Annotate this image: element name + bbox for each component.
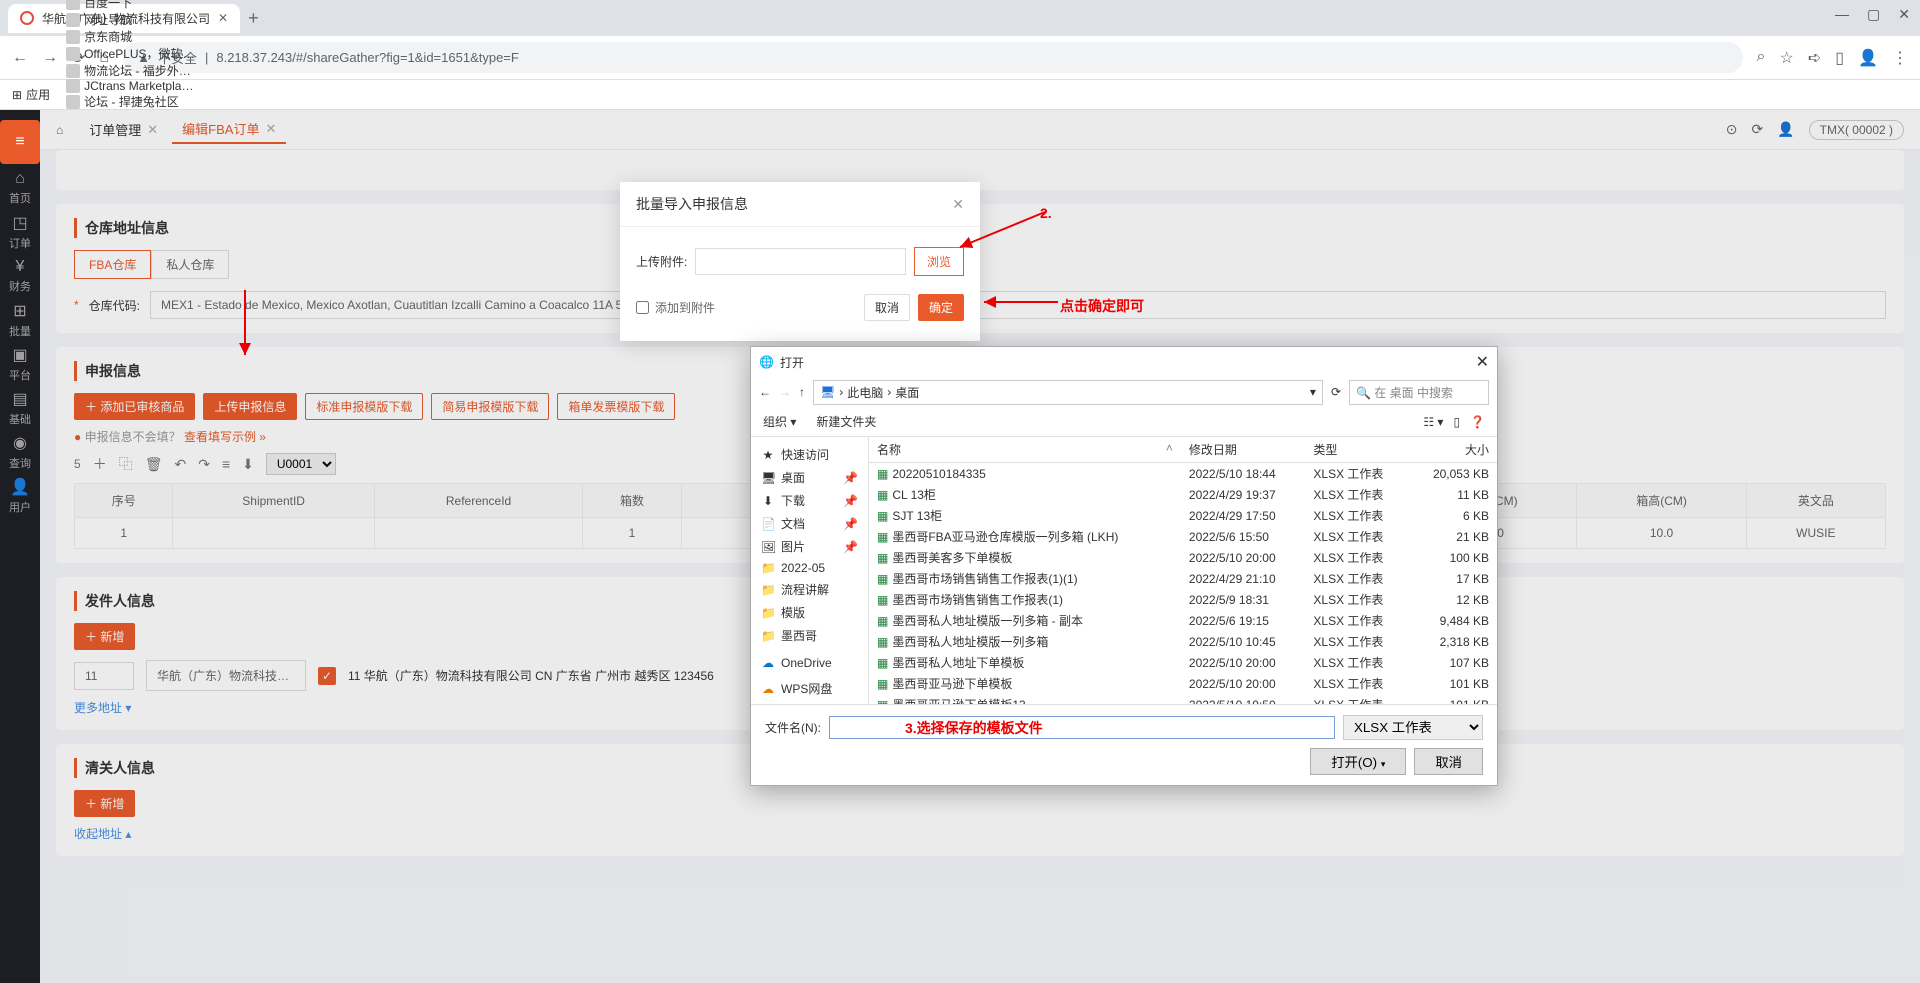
star-icon[interactable]: ☆ — [1780, 48, 1794, 68]
address-bar[interactable]: ▲ 不安全 | 8.218.37.243/#/shareGather?fig=1… — [123, 42, 1742, 73]
side-folder-4[interactable]: 📁墨西哥 — [755, 624, 864, 647]
bookmark-item[interactable]: 京东商城 — [66, 28, 194, 45]
bookmark-item[interactable]: JCtrans Marketpla… — [66, 79, 194, 93]
menu-icon[interactable]: ⋮ — [1892, 48, 1908, 68]
view-icon[interactable]: ☷ ▾ — [1423, 415, 1443, 429]
side-documents[interactable]: 📄文档📌 — [755, 512, 864, 535]
side-downloads[interactable]: ⬇下载📌 — [755, 489, 864, 512]
sidebar-item-2[interactable]: ◳订单 — [0, 210, 40, 254]
sidebar-item-3[interactable]: ¥财务 — [0, 254, 40, 298]
bookmark-item[interactable]: 物流论坛 - 福步外… — [66, 62, 194, 79]
file-row[interactable]: ▦墨西哥FBA亚马逊仓库模版一列多箱 (LKH)2022/5/6 15:50XL… — [869, 526, 1497, 547]
bookmark-item[interactable]: OfficePLUS，微软… — [66, 45, 194, 62]
file-row[interactable]: ▦墨西哥亚马逊下单模板2022/5/10 20:00XLSX 工作表101 KB — [869, 673, 1497, 694]
file-row[interactable]: ▦墨西哥私人地址下单模板2022/5/10 20:00XLSX 工作表107 K… — [869, 652, 1497, 673]
side-quick-access[interactable]: ★快速访问 — [755, 443, 864, 466]
file-row[interactable]: ▦202205101843352022/5/10 18:44XLSX 工作表20… — [869, 463, 1497, 485]
bookmark-item[interactable]: 百度一下 — [66, 0, 194, 11]
side-desktop[interactable]: 🖥桌面📌 — [755, 466, 864, 489]
import-modal: 批量导入申报信息 ✕ 上传附件: 浏览 添加到附件 取消 确定 — [620, 182, 980, 341]
col-name[interactable]: 名称 ˄ — [869, 437, 1181, 463]
file-row[interactable]: ▦墨西哥市场销售销售工作报表(1)(1)2022/4/29 21:10XLSX … — [869, 568, 1497, 589]
help-icon[interactable]: ❓ — [1470, 415, 1485, 429]
side-folder-1[interactable]: 📁2022-05 — [755, 558, 864, 578]
sidebar-item-6[interactable]: ▤基础 — [0, 386, 40, 430]
minimize-icon[interactable]: — — [1835, 6, 1849, 23]
sidebar-item-7[interactable]: ◉查询 — [0, 430, 40, 474]
side-onedrive[interactable]: ☁OneDrive — [755, 653, 864, 673]
sidebar-item-4[interactable]: ⊞批量 — [0, 298, 40, 342]
browser-chrome: — ▢ ✕ 华航（广东）物流科技有限公司 ✕ + ← → ⟳ ⌂ ▲ 不安全 |… — [0, 0, 1920, 80]
key-icon[interactable]: ⌕ — [1757, 48, 1766, 68]
file-row[interactable]: ▦墨西哥市场销售销售工作报表(1)2022/5/9 18:31XLSX 工作表1… — [869, 589, 1497, 610]
bookmark-item[interactable]: 论坛 - 捍捷兔社区 — [66, 93, 194, 110]
apps-button[interactable]: ⊞ 应用 — [12, 86, 50, 103]
file-row[interactable]: ▦墨西哥美客多下单模板2022/5/10 20:00XLSX 工作表100 KB — [869, 547, 1497, 568]
dlg-refresh-icon[interactable]: ⟳ — [1331, 385, 1341, 399]
col-size[interactable]: 大小 — [1410, 437, 1497, 463]
tab-favicon — [20, 11, 34, 25]
col-date[interactable]: 修改日期 — [1181, 437, 1306, 463]
file-row[interactable]: ▦墨西哥亚马逊下单模板132022/5/10 19:50XLSX 工作表101 … — [869, 694, 1497, 704]
new-folder-button[interactable]: 新建文件夹 — [816, 413, 876, 430]
window-controls: — ▢ ✕ — [1835, 6, 1910, 23]
dialog-title: 打开 — [780, 354, 804, 371]
upload-label: 上传附件: — [636, 253, 687, 270]
file-open-dialog: 🌐 打开 ✕ ← → ↑ 🖥 › 此电脑 › 桌面 ▾ ⟳ 🔍 在 桌面 中 — [750, 346, 1498, 786]
filetype-select[interactable]: XLSX 工作表 — [1343, 715, 1483, 740]
url-text: 8.218.37.243/#/shareGather?fig=1&id=1651… — [216, 50, 518, 65]
file-row[interactable]: ▦墨西哥私人地址模版一列多箱 - 副本2022/5/6 19:15XLSX 工作… — [869, 610, 1497, 631]
sidebar-item-8[interactable]: 👤用户 — [0, 474, 40, 518]
chrome-icon: 🌐 — [759, 355, 774, 369]
dialog-path[interactable]: 🖥 › 此电脑 › 桌面 ▾ — [813, 380, 1323, 405]
side-pictures[interactable]: 🖼图片📌 — [755, 535, 864, 558]
dlg-up-icon[interactable]: ↑ — [799, 385, 805, 399]
sidebar-item-0[interactable]: ≡ — [0, 120, 40, 164]
modal-title: 批量导入申报信息 — [636, 194, 748, 214]
side-folder-2[interactable]: 📁流程讲解 — [755, 578, 864, 601]
dialog-close-icon[interactable]: ✕ — [1476, 352, 1489, 372]
upload-path-input[interactable] — [695, 248, 906, 275]
browse-button[interactable]: 浏览 — [914, 247, 964, 276]
side-folder-3[interactable]: 📁模版 — [755, 601, 864, 624]
sidebar-item-5[interactable]: ▣平台 — [0, 342, 40, 386]
maximize-icon[interactable]: ▢ — [1867, 6, 1880, 23]
modal-cancel-button[interactable]: 取消 — [864, 294, 910, 321]
profile-icon[interactable]: 👤 — [1858, 48, 1878, 68]
sidebar: ≡⌂首页◳订单¥财务⊞批量▣平台▤基础◉查询👤用户 — [0, 110, 40, 983]
preview-icon[interactable]: ▯ — [1453, 415, 1460, 429]
close-window-icon[interactable]: ✕ — [1898, 6, 1910, 23]
dialog-file-list: 名称 ˄ 修改日期 类型 大小 ▦202205101843352022/5/10… — [869, 437, 1497, 704]
col-type[interactable]: 类型 — [1305, 437, 1409, 463]
add-to-attachment-checkbox[interactable]: 添加到附件 — [636, 299, 715, 316]
dlg-forward-icon[interactable]: → — [779, 385, 791, 399]
tab-close-icon[interactable]: ✕ — [218, 11, 228, 25]
dialog-search[interactable]: 🔍 在 桌面 中搜索 — [1349, 380, 1489, 405]
bookmark-item[interactable]: 网址导航 — [66, 11, 194, 28]
dialog-cancel-button[interactable]: 取消 — [1414, 748, 1483, 775]
side-wps[interactable]: ☁WPS网盘 — [755, 677, 864, 700]
dialog-sidebar: ★快速访问 🖥桌面📌 ⬇下载📌 📄文档📌 🖼图片📌 📁2022-05 📁流程讲解… — [751, 437, 869, 704]
organize-menu[interactable]: 组织 ▾ — [763, 413, 796, 430]
modal-close-icon[interactable]: ✕ — [952, 196, 964, 213]
share-icon[interactable]: ➪ — [1808, 48, 1821, 68]
file-row[interactable]: ▦CL 13柜2022/4/29 19:37XLSX 工作表11 KB — [869, 484, 1497, 505]
dlg-back-icon[interactable]: ← — [759, 385, 771, 399]
dialog-open-button[interactable]: 打开(O) ▾ — [1310, 748, 1406, 775]
forward-icon[interactable]: → — [42, 49, 58, 67]
bookmarks-bar: ⊞ 应用 百度一下网址导航京东商城OfficePLUS，微软…物流论坛 - 福步… — [0, 80, 1920, 110]
modal-ok-button[interactable]: 确定 — [918, 294, 964, 321]
file-row[interactable]: ▦SJT 13柜2022/4/29 17:50XLSX 工作表6 KB — [869, 505, 1497, 526]
reader-icon[interactable]: ▯ — [1835, 48, 1844, 68]
filename-label: 文件名(N): — [765, 719, 821, 736]
new-tab-button[interactable]: + — [248, 8, 259, 29]
sidebar-item-1[interactable]: ⌂首页 — [0, 166, 40, 210]
file-row[interactable]: ▦墨西哥私人地址模版一列多箱2022/5/10 10:45XLSX 工作表2,3… — [869, 631, 1497, 652]
back-icon[interactable]: ← — [12, 49, 28, 67]
